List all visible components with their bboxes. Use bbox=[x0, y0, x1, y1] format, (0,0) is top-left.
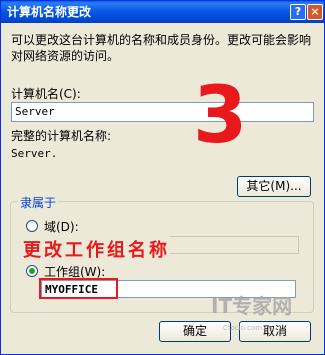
workgroup-radio[interactable] bbox=[26, 265, 38, 277]
domain-label: 域(D): bbox=[44, 220, 79, 234]
domain-radio[interactable] bbox=[26, 220, 38, 232]
help-button[interactable]: ? bbox=[290, 4, 306, 20]
computer-name-field[interactable]: Server bbox=[11, 102, 314, 122]
title-bar: 计算机名称更改 ? × bbox=[1, 1, 324, 23]
more-button[interactable]: 其它(M)... bbox=[237, 176, 311, 197]
member-of-label: 隶属于 bbox=[18, 194, 59, 211]
intro-text: 可以更改这台计算机的名称和成员身份。更改可能会影响对网络资源的访问。 bbox=[11, 33, 312, 63]
computer-name-label: 计算机名(C): bbox=[11, 87, 81, 101]
computer-name-changes-dialog: 计算机名称更改 ? × 可以更改这台计算机的名称和成员身份。更改可能会影响对网络… bbox=[0, 0, 325, 355]
full-name-label: 完整的计算机名称: bbox=[11, 129, 112, 143]
workgroup-highlight-box bbox=[39, 278, 118, 299]
close-button[interactable]: × bbox=[307, 4, 323, 20]
ok-button[interactable]: 确定 bbox=[159, 321, 231, 342]
watermark-sub: Ctocio.com.cn bbox=[223, 324, 273, 332]
dialog-title: 计算机名称更改 bbox=[7, 5, 92, 19]
site-watermark: IT专家网 Ctocio.com.cn bbox=[211, 290, 293, 332]
change-workgroup-annotation: 更改工作组名称 bbox=[23, 236, 170, 262]
computer-name-value: Server bbox=[15, 105, 55, 118]
watermark-main: IT专家网 bbox=[211, 294, 293, 318]
full-name-value: Server. bbox=[11, 147, 58, 160]
step-number-annotation: 3 bbox=[193, 71, 248, 161]
